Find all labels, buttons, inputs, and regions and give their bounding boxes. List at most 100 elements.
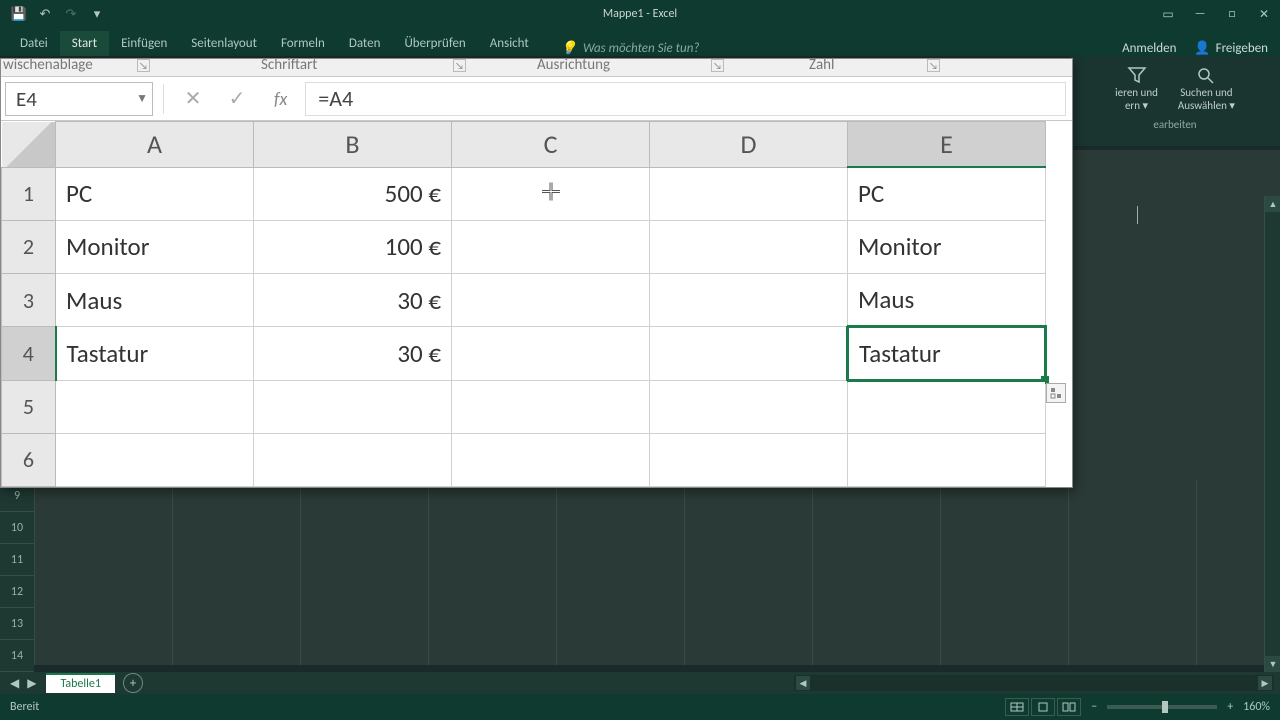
cell-d4[interactable]: [650, 327, 848, 380]
dialog-launcher-icon[interactable]: ↘: [453, 59, 466, 72]
cell-d6[interactable]: [650, 433, 848, 486]
sheet-tab-tabelle1[interactable]: Tabelle1: [46, 673, 115, 693]
dialog-launcher-icon[interactable]: ↘: [927, 59, 940, 72]
cell-c1[interactable]: [452, 167, 650, 220]
insert-function-button[interactable]: fx: [266, 88, 295, 110]
column-header-d[interactable]: D: [650, 122, 848, 168]
sort-filter-button[interactable]: ieren und ern ▾: [1115, 66, 1158, 112]
cell-e6[interactable]: [848, 433, 1046, 486]
row-header-2[interactable]: 2: [2, 220, 56, 273]
customize-qat-button[interactable]: ▾: [86, 3, 108, 25]
cell-b5[interactable]: [254, 380, 452, 433]
cell-a1[interactable]: PC: [56, 167, 254, 220]
column-header-b[interactable]: B: [254, 122, 452, 168]
cell-e4[interactable]: Tastatur: [848, 327, 1046, 380]
tab-einfuegen[interactable]: Einfügen: [109, 31, 179, 56]
scroll-right-button[interactable]: ▶: [1258, 676, 1272, 690]
cell-e5[interactable]: [848, 380, 1046, 433]
cell-d5[interactable]: [650, 380, 848, 433]
zoom-out-button[interactable]: −: [1091, 700, 1097, 714]
cell-c6[interactable]: [452, 433, 650, 486]
cell-d2[interactable]: [650, 220, 848, 273]
cell-b3[interactable]: 30 €: [254, 274, 452, 327]
share-button[interactable]: 👤 Freigeben: [1194, 41, 1268, 56]
formula-input[interactable]: =A4: [305, 82, 1066, 116]
bg-row-header[interactable]: 10: [0, 512, 34, 544]
zoom-slider-thumb[interactable]: [1162, 701, 1168, 713]
pagebreak-icon: [1062, 702, 1076, 712]
cell-c5[interactable]: [452, 380, 650, 433]
cell-a6[interactable]: [56, 433, 254, 486]
minimize-button[interactable]: —: [1184, 0, 1216, 28]
cell-e1[interactable]: PC: [848, 167, 1046, 220]
close-button[interactable]: ✕: [1248, 0, 1280, 28]
row-header-1[interactable]: 1: [2, 167, 56, 220]
row-header-5[interactable]: 5: [2, 380, 56, 433]
column-header-e[interactable]: E: [848, 122, 1046, 168]
zoom-slider[interactable]: [1107, 705, 1217, 709]
new-sheet-button[interactable]: +: [123, 673, 143, 693]
row-header-4[interactable]: 4: [2, 327, 56, 380]
sheet-nav-prev-icon[interactable]: ◀: [10, 676, 19, 691]
autofill-options-button[interactable]: [1046, 383, 1066, 403]
row-header-3[interactable]: 3: [2, 274, 56, 327]
cell-b6[interactable]: [254, 433, 452, 486]
scroll-left-button[interactable]: ◀: [796, 676, 810, 690]
cell-e2[interactable]: Monitor: [848, 220, 1046, 273]
cell-a3[interactable]: Maus: [56, 274, 254, 327]
tab-datei[interactable]: Datei: [8, 31, 60, 56]
zoom-level[interactable]: 160%: [1243, 700, 1270, 714]
column-header-a[interactable]: A: [56, 122, 254, 168]
bg-row-header[interactable]: 11: [0, 544, 34, 576]
cell-b4[interactable]: 30 €: [254, 327, 452, 380]
tab-ansicht[interactable]: Ansicht: [478, 31, 541, 56]
cell-d1[interactable]: [650, 167, 848, 220]
sign-in-button[interactable]: Anmelden: [1122, 41, 1176, 56]
save-button[interactable]: 💾: [8, 3, 30, 25]
cell-c4[interactable]: [452, 327, 650, 380]
cell-c3[interactable]: [452, 274, 650, 327]
window-title: Mappe1 - Excel: [603, 7, 677, 21]
vertical-scrollbar[interactable]: ▲ ▼: [1264, 196, 1280, 672]
bg-row-header[interactable]: 14: [0, 640, 34, 672]
scroll-down-button[interactable]: ▼: [1265, 656, 1280, 672]
page-layout-view-button[interactable]: [1031, 698, 1055, 716]
find-select-button[interactable]: Suchen und Auswählen ▾: [1178, 66, 1235, 112]
tab-daten[interactable]: Daten: [337, 31, 393, 56]
cell-b2[interactable]: 100 €: [254, 220, 452, 273]
tell-me-search[interactable]: 💡 Was möchten Sie tun?: [561, 41, 700, 56]
dialog-launcher-icon[interactable]: ↘: [711, 59, 724, 72]
scroll-up-button[interactable]: ▲: [1265, 196, 1280, 212]
cell-a5[interactable]: [56, 380, 254, 433]
cell-b1[interactable]: 500 €: [254, 167, 452, 220]
name-box-dropdown-icon[interactable]: ▼: [136, 91, 148, 106]
tab-formeln[interactable]: Formeln: [269, 31, 337, 56]
enter-formula-button[interactable]: ✓: [222, 84, 252, 114]
cell-d3[interactable]: [650, 274, 848, 327]
normal-view-button[interactable]: [1005, 698, 1029, 716]
bg-row-header[interactable]: 13: [0, 608, 34, 640]
select-all-button[interactable]: [2, 122, 56, 168]
page-break-view-button[interactable]: [1057, 698, 1081, 716]
redo-button[interactable]: ↷: [60, 3, 82, 25]
tab-seitenlayout[interactable]: Seitenlayout: [179, 31, 269, 56]
maximize-button[interactable]: □: [1216, 0, 1248, 28]
horizontal-scrollbar[interactable]: ◀ ▶: [794, 675, 1274, 691]
name-box[interactable]: E4 ▼: [5, 82, 153, 116]
column-header-c[interactable]: C: [452, 122, 650, 168]
cell-a2[interactable]: Monitor: [56, 220, 254, 273]
cell-c2[interactable]: [452, 220, 650, 273]
tab-start[interactable]: Start: [60, 31, 109, 56]
cell-a4[interactable]: Tastatur: [56, 327, 254, 380]
undo-button[interactable]: ↶: [34, 3, 56, 25]
sheet-nav-next-icon[interactable]: ▶: [27, 676, 36, 691]
worksheet-grid[interactable]: A B C D E 1 PC 500 € PC 2 Moni: [1, 121, 1072, 487]
tab-ueberpruefen[interactable]: Überprüfen: [392, 31, 477, 56]
bg-row-header[interactable]: 12: [0, 576, 34, 608]
zoom-in-button[interactable]: +: [1227, 700, 1233, 714]
dialog-launcher-icon[interactable]: ↘: [137, 59, 150, 72]
ribbon-display-options-button[interactable]: ▭: [1152, 0, 1184, 28]
row-header-6[interactable]: 6: [2, 433, 56, 486]
cancel-formula-button[interactable]: ✕: [178, 84, 208, 114]
cell-e3[interactable]: Maus: [848, 274, 1046, 327]
